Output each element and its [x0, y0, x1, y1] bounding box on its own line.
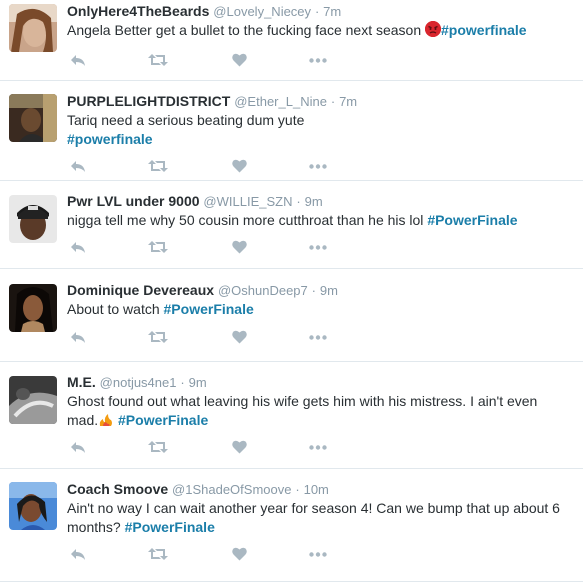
heart-icon[interactable]: [228, 329, 250, 345]
hashtag-link[interactable]: #PowerFinale: [164, 301, 254, 317]
separator: ·: [296, 194, 301, 209]
tweet-actions: [67, 239, 367, 255]
tweet[interactable]: Pwr LVL under 9000 @WILLIE_SZN · 9m nigg…: [0, 181, 583, 269]
hashtag-link[interactable]: #powerfinale: [441, 22, 527, 38]
display-name[interactable]: PURPLELIGHTDISTRICT: [67, 93, 230, 109]
reply-icon[interactable]: [67, 158, 89, 174]
hashtag-link[interactable]: #PowerFinale: [125, 519, 215, 535]
more-icon[interactable]: [307, 439, 329, 455]
heart-icon[interactable]: [228, 439, 250, 455]
tweet-text: Ghost found out what leaving his wife ge…: [67, 392, 562, 429]
timestamp[interactable]: 10m: [304, 482, 329, 497]
avatar[interactable]: [9, 94, 57, 142]
tweet[interactable]: Dominique Devereaux @OshunDeep7 · 9m Abo…: [0, 269, 583, 362]
tweet-text: Angela Better get a bullet to the fuckin…: [67, 21, 572, 40]
retweet-icon[interactable]: [147, 329, 169, 345]
tweet-actions: [67, 546, 367, 562]
tweet-text-body: About to watch: [67, 301, 164, 317]
heart-icon[interactable]: [228, 158, 250, 174]
timestamp[interactable]: 9m: [320, 283, 338, 298]
retweet-icon[interactable]: [147, 52, 169, 68]
tweet-header: Coach Smoove @1ShadeOfSmoove · 10m: [67, 481, 329, 498]
user-handle[interactable]: @1ShadeOfSmoove: [172, 482, 291, 497]
tweet-text-body: Tariq need a serious beating dum yute: [67, 112, 305, 128]
retweet-icon[interactable]: [147, 158, 169, 174]
avatar[interactable]: [9, 482, 57, 530]
separator: ·: [311, 283, 316, 298]
display-name[interactable]: M.E.: [67, 374, 96, 390]
reply-icon[interactable]: [67, 52, 89, 68]
user-handle[interactable]: @WILLIE_SZN: [203, 194, 292, 209]
user-handle[interactable]: @OshunDeep7: [218, 283, 308, 298]
heart-icon[interactable]: [228, 546, 250, 562]
tweet-text: Tariq need a serious beating dum yute #po…: [67, 111, 572, 148]
tweet-actions: [67, 158, 367, 174]
tweet-actions: [67, 439, 367, 455]
tweet-text-body: nigga tell me why 50 cousin more cutthro…: [67, 212, 428, 228]
separator: ·: [295, 482, 300, 497]
tweet-header: OnlyHere4TheBeards @Lovely_Niecey · 7m: [67, 3, 341, 20]
angry-face-icon: [425, 21, 442, 37]
display-name[interactable]: Pwr LVL under 9000: [67, 193, 200, 209]
reply-icon[interactable]: [67, 239, 89, 255]
separator: ·: [314, 4, 320, 19]
tweet-actions: [67, 52, 367, 68]
tweet-header: Dominique Devereaux @OshunDeep7 · 9m: [67, 282, 338, 299]
user-handle[interactable]: @Ether_L_Nine: [234, 94, 327, 109]
hashtag-link[interactable]: #powerfinale: [67, 131, 153, 147]
user-handle[interactable]: @notjus4ne1: [100, 375, 177, 390]
retweet-icon[interactable]: [147, 239, 169, 255]
display-name[interactable]: OnlyHere4TheBeards: [67, 3, 209, 19]
display-name[interactable]: Coach Smoove: [67, 481, 168, 497]
separator: ·: [180, 375, 185, 390]
timestamp[interactable]: 9m: [305, 194, 323, 209]
timestamp[interactable]: 7m: [339, 94, 357, 109]
avatar[interactable]: [9, 284, 57, 332]
tweet[interactable]: OnlyHere4TheBeards @Lovely_Niecey · 7m A…: [0, 0, 583, 81]
hashtag-link[interactable]: #PowerFinale: [427, 212, 517, 228]
heart-icon[interactable]: [228, 239, 250, 255]
reply-icon[interactable]: [67, 439, 89, 455]
tweet-header: PURPLELIGHTDISTRICT @Ether_L_Nine · 7m: [67, 93, 357, 110]
avatar[interactable]: [9, 195, 57, 243]
tweet-actions: [67, 329, 367, 345]
display-name[interactable]: Dominique Devereaux: [67, 282, 214, 298]
more-icon[interactable]: [307, 52, 329, 68]
retweet-icon[interactable]: [147, 546, 169, 562]
more-icon[interactable]: [307, 546, 329, 562]
more-icon[interactable]: [307, 329, 329, 345]
retweet-icon[interactable]: [147, 439, 169, 455]
avatar[interactable]: [9, 4, 57, 52]
more-icon[interactable]: [307, 239, 329, 255]
user-handle[interactable]: @Lovely_Niecey: [213, 4, 311, 19]
hashtag-link[interactable]: #PowerFinale: [118, 412, 208, 428]
tweet[interactable]: M.E. @notjus4ne1 · 9m Ghost found out wh…: [0, 362, 583, 469]
avatar[interactable]: [9, 376, 57, 424]
separator: ·: [330, 94, 336, 109]
tweet-text: nigga tell me why 50 cousin more cutthro…: [67, 211, 572, 230]
reply-icon[interactable]: [67, 546, 89, 562]
tweet-header: Pwr LVL under 9000 @WILLIE_SZN · 9m: [67, 193, 323, 210]
timestamp[interactable]: 9m: [189, 375, 207, 390]
heart-icon[interactable]: [228, 52, 250, 68]
timestamp[interactable]: 7m: [323, 4, 341, 19]
tweet-text: Ain't no way I can wait another year for…: [67, 499, 577, 536]
timeline: OnlyHere4TheBeards @Lovely_Niecey · 7m A…: [0, 0, 583, 582]
fire-icon: [98, 413, 114, 427]
more-icon[interactable]: [307, 158, 329, 174]
reply-icon[interactable]: [67, 329, 89, 345]
tweet-header: M.E. @notjus4ne1 · 9m: [67, 374, 207, 391]
tweet-text: About to watch #PowerFinale: [67, 300, 572, 319]
tweet[interactable]: Coach Smoove @1ShadeOfSmoove · 10m Ain't…: [0, 469, 583, 582]
tweet[interactable]: PURPLELIGHTDISTRICT @Ether_L_Nine · 7m T…: [0, 81, 583, 181]
tweet-text-body: Angela Better get a bullet to the fuckin…: [67, 22, 426, 38]
